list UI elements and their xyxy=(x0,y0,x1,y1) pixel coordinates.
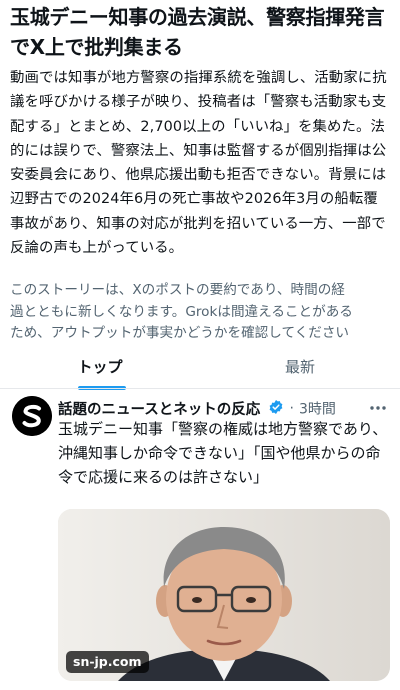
post-header: 話題のニュースとネットの反応 · 3時間 xyxy=(58,398,394,418)
s-logo-icon xyxy=(12,396,52,436)
tab-bar: トップ 最新 xyxy=(0,348,400,390)
verified-badge-icon xyxy=(268,399,284,419)
more-options-icon[interactable] xyxy=(368,398,388,418)
tab-latest[interactable]: 最新 xyxy=(240,348,360,388)
post-media-image[interactable]: sn-jp.com xyxy=(58,509,390,681)
post-author-name[interactable]: 話題のニュースとネットの反応 xyxy=(58,402,260,418)
post-timestamp[interactable]: 3時間 xyxy=(299,402,336,418)
divider xyxy=(0,388,400,389)
avatar[interactable] xyxy=(12,396,52,436)
disclaimer-line: このストーリーは、Xのポストの要約であり、時間の経 xyxy=(10,282,345,298)
grok-disclaimer: このストーリーは、Xのポストの要約であり、時間の経 過とともに新しくなります。G… xyxy=(10,280,392,345)
story-summary: 動画では知事が地方警察の指揮系統を強調し、活動家に抗議を呼びかける様子が映り、投… xyxy=(10,70,387,257)
disclaimer-line: ため、アウトプットが事実かどうかを確認してください xyxy=(10,325,350,341)
story-headline: 玉城デニー知事の過去演説、警察指揮発言でX上で批判集まる xyxy=(10,5,385,59)
disclaimer-line: 過とともに新しくなります。Grokは間違えることがある xyxy=(10,303,353,320)
media-source-label: sn-jp.com xyxy=(66,651,149,673)
separator-dot: · xyxy=(289,400,294,417)
post-text: 玉城デニー知事「警察の権威は地方警察であり、沖縄知事しか命令できない」「国や他県… xyxy=(58,420,388,486)
tab-top[interactable]: トップ xyxy=(40,348,160,388)
